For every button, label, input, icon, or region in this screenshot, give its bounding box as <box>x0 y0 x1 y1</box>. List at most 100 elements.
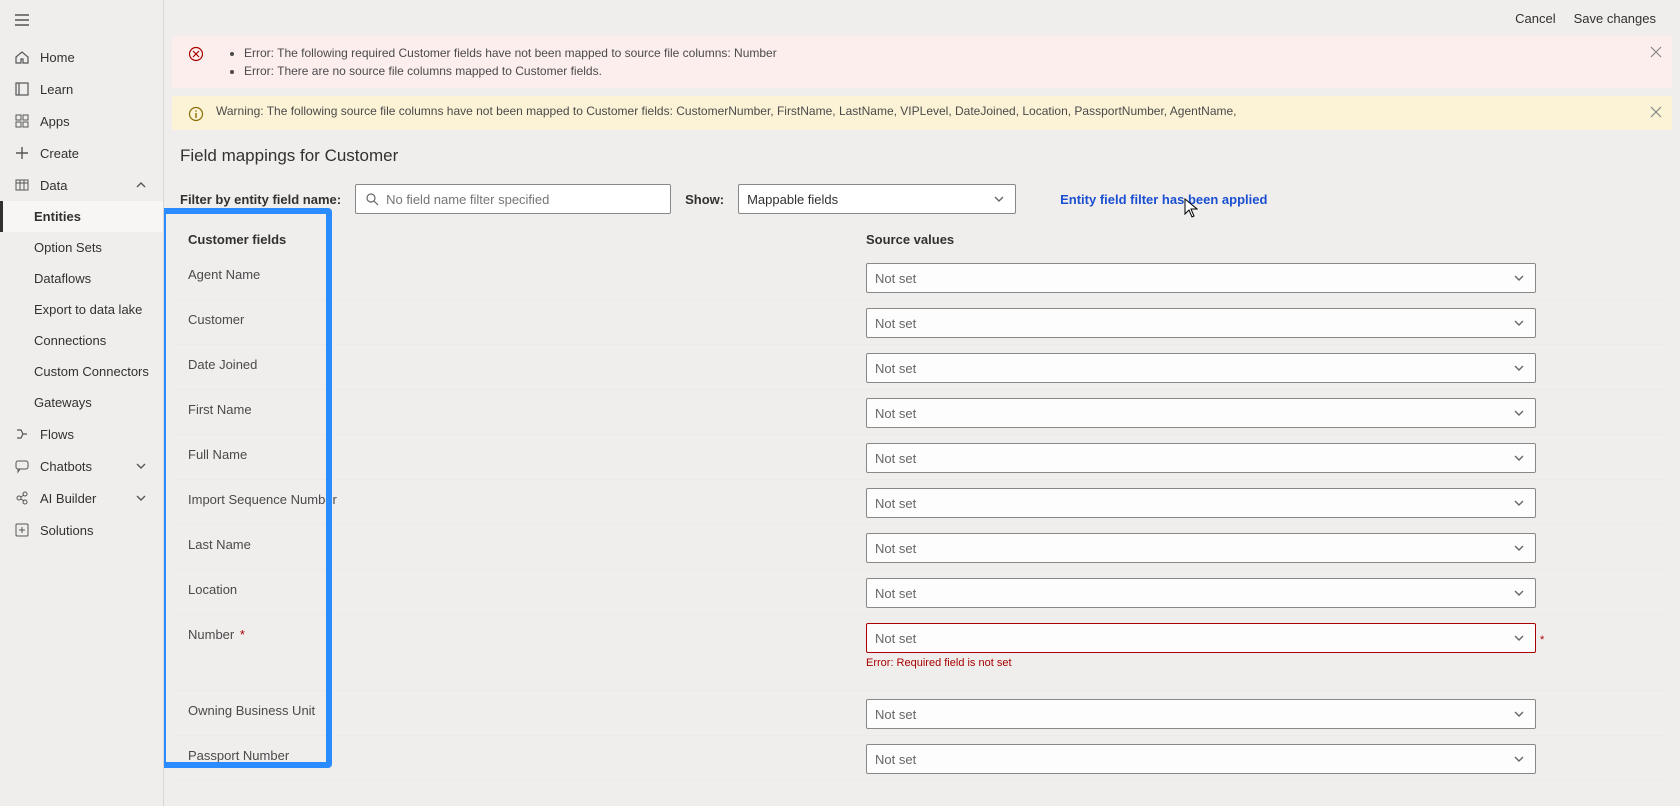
chevron-down-icon <box>133 490 149 506</box>
nav-export-data-lake[interactable]: Export to data lake <box>0 294 163 325</box>
apps-icon <box>14 113 30 129</box>
nav-home[interactable]: Home <box>0 41 163 73</box>
source-select[interactable]: Not set <box>866 353 1536 383</box>
header-customer-fields: Customer fields <box>176 232 866 247</box>
nav-dataflows[interactable]: Dataflows <box>0 263 163 294</box>
chevron-down-icon <box>133 458 149 474</box>
chevron-up-icon <box>133 177 149 193</box>
chevron-down-icon <box>1511 495 1527 511</box>
filter-label: Filter by entity field name: <box>180 192 341 207</box>
source-select[interactable]: Not set <box>866 263 1536 293</box>
ai-icon <box>14 490 30 506</box>
source-cell: Not set <box>866 261 1536 293</box>
flows-icon <box>14 426 30 442</box>
source-select[interactable]: Not set <box>866 744 1536 774</box>
field-name: Number * <box>176 621 866 642</box>
nav-custom-connectors[interactable]: Custom Connectors <box>0 356 163 387</box>
nav-ai-builder[interactable]: AI Builder <box>0 482 163 514</box>
cursor-icon <box>1184 198 1198 218</box>
source-select[interactable]: Not set <box>866 533 1536 563</box>
nav-ai-builder-label: AI Builder <box>40 491 96 506</box>
nav-learn[interactable]: Learn <box>0 73 163 105</box>
nav-apps[interactable]: Apps <box>0 105 163 137</box>
nav-data[interactable]: Data <box>0 169 163 201</box>
field-name: Customer <box>176 306 866 327</box>
source-cell: Not set <box>866 742 1536 774</box>
nav-entities[interactable]: Entities <box>0 201 163 232</box>
nav-flows[interactable]: Flows <box>0 418 163 450</box>
table-row: Last NameNot set <box>176 525 1668 570</box>
show-select[interactable]: Mappable fields <box>738 184 1016 214</box>
page-title: Field mappings for Customer <box>176 146 1668 166</box>
table-row: Owning Business Unit Not set <box>176 691 1668 736</box>
chevron-down-icon <box>1511 540 1527 556</box>
main-area: Cancel Save changes Error: The following… <box>164 0 1680 806</box>
source-select[interactable]: Not set <box>866 443 1536 473</box>
source-cell: Not set <box>866 441 1536 473</box>
source-cell: Not set <box>866 306 1536 338</box>
chevron-down-icon <box>1511 405 1527 421</box>
filter-input[interactable] <box>386 192 662 207</box>
close-warning-banner[interactable] <box>1650 106 1662 118</box>
source-select[interactable]: Not set <box>866 699 1536 729</box>
nav-connections[interactable]: Connections <box>0 325 163 356</box>
source-cell: Not setError: Required field is not set* <box>866 621 1536 684</box>
table-row: Passport NumberNot set <box>176 736 1668 781</box>
nav-home-label: Home <box>40 50 75 65</box>
content-area: Field mappings for Customer Filter by en… <box>164 130 1680 806</box>
show-select-value: Mappable fields <box>747 192 838 207</box>
nav-solutions-label: Solutions <box>40 523 93 538</box>
chevron-down-icon <box>1511 360 1527 376</box>
chevron-down-icon <box>1511 315 1527 331</box>
table-row: Location Not set <box>176 570 1668 615</box>
source-select[interactable]: Not set <box>866 623 1536 653</box>
search-icon <box>364 191 380 207</box>
table-header: Customer fields Source values <box>176 224 1668 255</box>
chevron-down-icon <box>1511 585 1527 601</box>
table-row: Date JoinedNot set <box>176 345 1668 390</box>
source-select[interactable]: Not set <box>866 308 1536 338</box>
save-changes-button[interactable]: Save changes <box>1574 11 1656 26</box>
home-icon <box>14 49 30 65</box>
close-error-banner[interactable] <box>1650 46 1662 58</box>
field-name: Date Joined <box>176 351 866 372</box>
nav-option-sets[interactable]: Option Sets <box>0 232 163 263</box>
nav-flows-label: Flows <box>40 427 74 442</box>
nav-gateways[interactable]: Gateways <box>0 387 163 418</box>
cancel-button[interactable]: Cancel <box>1515 11 1555 26</box>
source-select[interactable]: Not set <box>866 578 1536 608</box>
chevron-down-icon <box>1511 270 1527 286</box>
nav-create[interactable]: Create <box>0 137 163 169</box>
field-name: Location <box>176 576 866 597</box>
filter-bar: Filter by entity field name: Show: Mappa… <box>176 184 1668 214</box>
source-select[interactable]: Not set <box>866 488 1536 518</box>
field-name: First Name <box>176 396 866 417</box>
table-row: Import Sequence NumberNot set <box>176 480 1668 525</box>
source-select-value: Not set <box>875 541 916 556</box>
field-error-text: Error: Required field is not set <box>866 657 1536 669</box>
source-cell: Not set <box>866 531 1536 563</box>
error-banner: Error: The following required Customer f… <box>172 36 1672 88</box>
source-select-value: Not set <box>875 707 916 722</box>
source-select-value: Not set <box>875 631 916 646</box>
source-select-value: Not set <box>875 496 916 511</box>
field-name: Agent Name <box>176 261 866 282</box>
field-name: Passport Number <box>176 742 866 763</box>
chatbot-icon <box>14 458 30 474</box>
nav-apps-label: Apps <box>40 114 70 129</box>
data-icon <box>14 177 30 193</box>
nav-chatbots[interactable]: Chatbots <box>0 450 163 482</box>
nav-solutions[interactable]: Solutions <box>0 514 163 546</box>
hamburger-button[interactable] <box>0 6 163 41</box>
source-select-value: Not set <box>875 586 916 601</box>
header-source-values: Source values <box>866 232 954 247</box>
table-body: Agent NameNot setCustomerNot setDate Joi… <box>176 255 1668 781</box>
filter-input-wrapper[interactable] <box>355 184 671 214</box>
warning-text: Warning: The following source file colum… <box>216 104 1237 118</box>
source-cell: Not set <box>866 396 1536 428</box>
table-row: Number * Not set Error: Required field is … <box>176 615 1668 691</box>
chevron-down-icon <box>1511 630 1527 646</box>
source-select[interactable]: Not set <box>866 398 1536 428</box>
nav-learn-label: Learn <box>40 82 73 97</box>
field-name: Owning Business Unit <box>176 697 866 718</box>
